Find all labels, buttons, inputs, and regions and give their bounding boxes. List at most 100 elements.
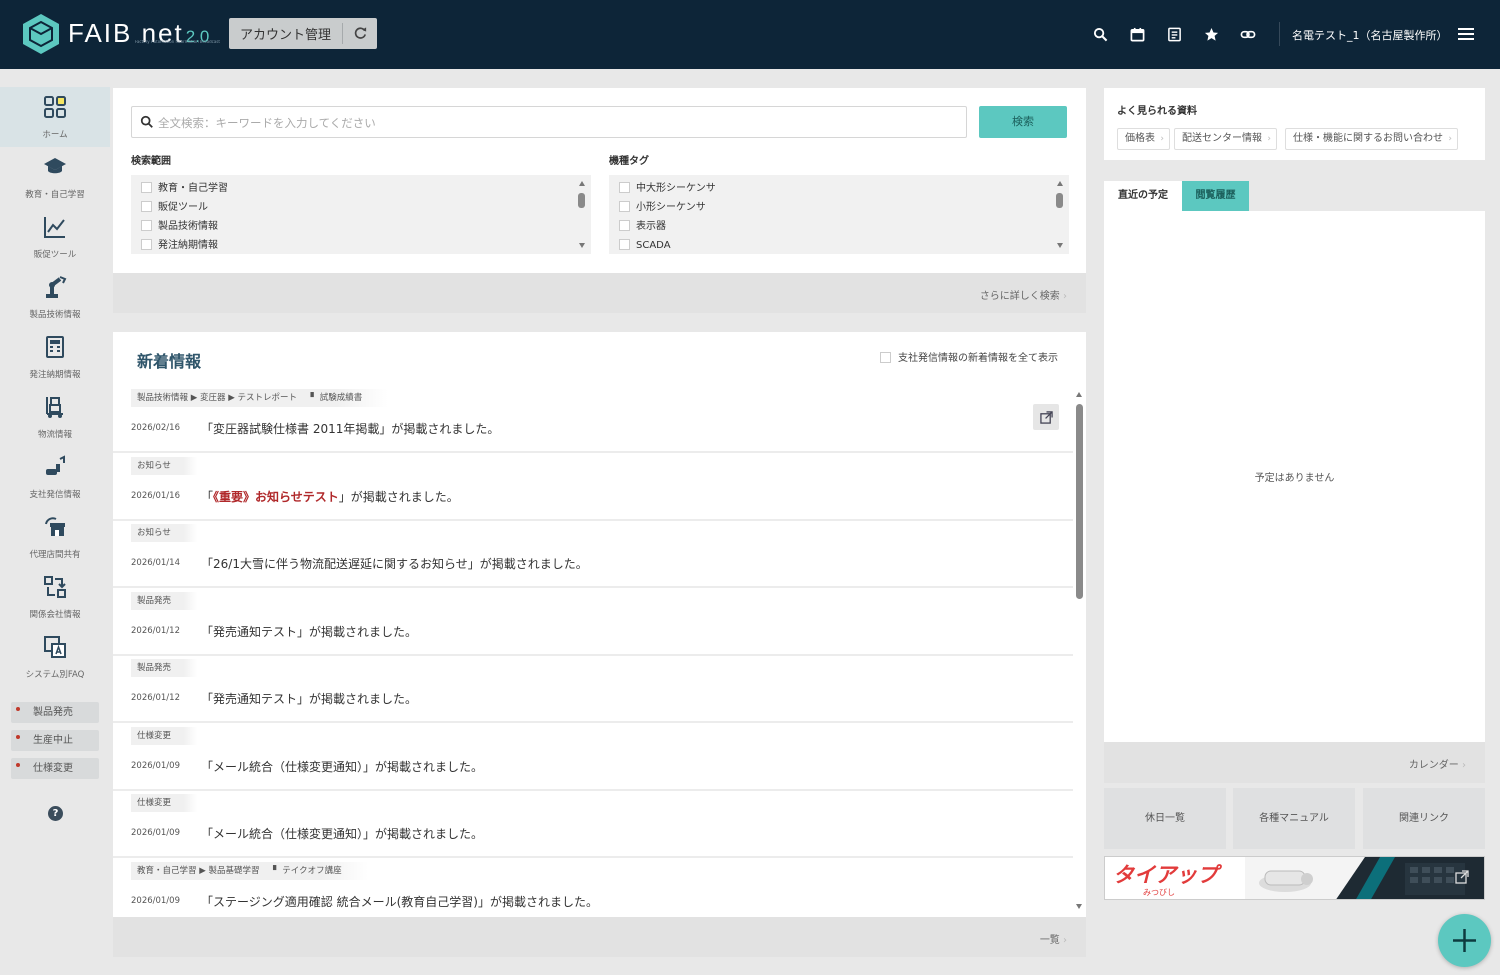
news-text[interactable]: 「メール統合（仕様変更通知）」が掲載されました。 <box>201 825 483 842</box>
scope-option[interactable]: 販促ツール <box>141 201 208 217</box>
news-item[interactable]: お知らせ 2026/01/16 「《重要》お知らせテスト」が掲載されました。 <box>113 454 1073 521</box>
scroll-down-arrow[interactable] <box>1076 904 1082 909</box>
news-title: 新着情報 <box>137 352 202 371</box>
news-text-post: が掲載されました。 <box>309 692 418 706</box>
checkbox[interactable] <box>141 182 152 193</box>
popular-doc-chip[interactable]: 配送センター情報 › <box>1174 128 1277 150</box>
category-discontinued[interactable]: 生産中止 <box>11 730 99 751</box>
news-item[interactable]: 教育・自己学習 ▶ 製品基礎学習 ▘ テイクオフ講座 2026/01/09 「ステー… <box>113 859 1073 914</box>
hamburger-menu-icon[interactable] <box>1458 27 1474 41</box>
document-list-icon[interactable] <box>1165 25 1183 43</box>
search-icon[interactable] <box>1091 25 1109 43</box>
scroll-down-arrow[interactable] <box>579 243 585 248</box>
scope-option[interactable]: 教育・自己学習 <box>141 182 228 198</box>
scroll-up-arrow[interactable] <box>1076 392 1082 397</box>
holiday-list-tile[interactable]: 休日一覧 <box>1104 788 1226 849</box>
news-text[interactable]: 「《重要》お知らせテスト」が掲載されました。 <box>201 488 459 505</box>
checkbox[interactable] <box>619 182 630 193</box>
news-item[interactable]: 製品発売 2026/01/12 「発売通知テスト」が掲載されました。 <box>113 589 1073 656</box>
tag-option[interactable]: SCADA <box>619 239 671 254</box>
nav-item-branch-info[interactable]: 支社発信情報 <box>0 447 110 507</box>
related-links-tile[interactable]: 関連リンク <box>1363 788 1485 849</box>
checkbox[interactable] <box>141 239 152 250</box>
model-tag-list: 中大形シーケンサ 小形シーケンサ 表示器 SCADA <box>609 175 1069 254</box>
category-new-release[interactable]: 製品発売 <box>11 702 99 723</box>
tag-option-label: 小形シーケンサ <box>636 202 706 213</box>
news-list-link[interactable]: 一覧 › <box>1040 931 1067 946</box>
checkbox[interactable] <box>619 220 630 231</box>
scope-option[interactable]: 発注納期情報 <box>141 239 218 254</box>
tag-option[interactable]: 小形シーケンサ <box>619 201 706 217</box>
scrollbar-thumb[interactable] <box>1056 193 1063 208</box>
tieup-banner[interactable]: タイアップ みつびし <box>1104 856 1485 900</box>
checkbox[interactable] <box>141 201 152 212</box>
nav-item-product-tech[interactable]: 製品技術情報 <box>0 267 110 327</box>
popular-doc-chip[interactable]: 価格表 › <box>1117 128 1170 150</box>
nav-item-promo-tools[interactable]: 販促ツール <box>0 207 110 267</box>
popular-docs-title: よく見られる資料 <box>1117 106 1197 117</box>
user-name[interactable]: 名電テスト_1（名古屋製作所） <box>1292 27 1448 43</box>
advanced-search-label: さらに詳しく検索 <box>979 291 1060 302</box>
refresh-icon[interactable] <box>343 26 377 41</box>
scroll-up-arrow[interactable] <box>579 181 585 186</box>
tag-option-label: 中大形シーケンサ <box>636 183 716 194</box>
nav-item-logistics[interactable]: 物流情報 <box>0 387 110 447</box>
advanced-search-link[interactable]: さらに詳しく検索 › <box>980 287 1067 302</box>
manuals-tile[interactable]: 各種マニュアル <box>1233 788 1355 849</box>
news-text[interactable]: 「発売通知テスト」が掲載されました。 <box>201 623 417 640</box>
popular-doc-chip[interactable]: 仕様・機能に関するお問い合わせ › <box>1285 128 1458 150</box>
nav-item-system-faq[interactable]: システム別FAQ <box>0 627 110 687</box>
category-spec-change[interactable]: 仕様変更 <box>11 758 99 779</box>
link-icon[interactable] <box>1239 25 1257 43</box>
scroll-up-arrow[interactable] <box>1057 181 1063 186</box>
calendar-label: カレンダー <box>1408 760 1459 771</box>
nav-label: 関係会社情報 <box>29 610 81 620</box>
tag-option[interactable]: 中大形シーケンサ <box>619 182 716 198</box>
scrollbar-thumb[interactable] <box>578 193 585 208</box>
scrollbar-thumb[interactable] <box>1076 404 1083 599</box>
news-text[interactable]: 「発売通知テスト」が掲載されました。 <box>201 690 417 707</box>
news-item[interactable]: お知らせ 2026/01/14 「26/1大雪に伴う物流配送遅延に関するお知らせ」が… <box>113 522 1073 588</box>
nav-item-affiliates[interactable]: 関係会社情報 <box>0 567 110 627</box>
account-management-button[interactable]: アカウント管理 <box>229 18 377 49</box>
nav-item-home[interactable]: ホーム <box>0 87 110 147</box>
news-item[interactable]: 仕様変更 2026/01/09 「メール統合（仕様変更通知）」が掲載されました。 <box>113 792 1073 858</box>
nav-label: 支社発信情報 <box>29 490 81 500</box>
news-text[interactable]: 「26/1大雪に伴う物流配送遅延に関するお知らせ」が掲載されました。 <box>201 555 588 572</box>
calendar-link[interactable]: カレンダー › <box>1409 756 1466 771</box>
star-icon[interactable] <box>1202 25 1220 43</box>
search-button[interactable]: 検索 <box>979 106 1067 138</box>
nav-item-order-delivery[interactable]: 発注納期情報 <box>0 327 110 387</box>
checkbox[interactable] <box>619 201 630 212</box>
news-text[interactable]: 「変圧器試験仕様書 2011年掲載」が掲載されました。 <box>201 420 499 437</box>
scope-option[interactable]: 製品技術情報 <box>141 220 218 236</box>
checkbox[interactable] <box>141 220 152 231</box>
help-icon[interactable]: ? <box>48 806 63 821</box>
app-logo[interactable]: FAIB net 2.0 <box>68 18 209 52</box>
tag-option[interactable]: 表示器 <box>619 220 666 236</box>
news-item[interactable]: 製品技術情報 ▶ 変圧器 ▶ テストレポート ▘ 試験成績書 2026/02/16… <box>113 387 1073 453</box>
nav-item-agency-share[interactable]: 代理店間共有 <box>0 507 110 567</box>
news-text[interactable]: 「メール統合（仕様変更通知）」が掲載されました。 <box>201 758 483 775</box>
news-tag: 変圧器 <box>199 393 226 403</box>
checkbox[interactable] <box>619 239 630 250</box>
graduation-cap-icon <box>44 158 66 174</box>
fulltext-search-input[interactable]: 全文検索：キーワードを入力してください <box>131 106 967 138</box>
open-external-button[interactable] <box>1033 404 1059 430</box>
news-tag-strip: 仕様変更 <box>131 794 198 812</box>
scroll-down-arrow[interactable] <box>1057 243 1063 248</box>
search-placeholder: 全文検索：キーワードを入力してください <box>158 116 376 130</box>
news-text-pre: 「発売通知テスト」 <box>201 692 310 706</box>
news-text[interactable]: 「ステージング適用確認 統合メール(教育自己学習)」が掲載されました。 <box>201 893 598 910</box>
nav-item-education[interactable]: 教育・自己学習 <box>0 147 110 207</box>
checkbox[interactable] <box>880 352 891 363</box>
news-item[interactable]: 製品発売 2026/01/12 「発売通知テスト」が掲載されました。 <box>113 657 1073 723</box>
news-tag: お知らせ <box>137 528 171 538</box>
news-tag-strip: 製品発売 <box>131 659 198 677</box>
calendar-icon[interactable] <box>1128 25 1146 43</box>
tab-history[interactable]: 閲覧履歴 <box>1182 181 1249 211</box>
add-floating-button[interactable] <box>1438 914 1491 967</box>
tab-schedule[interactable]: 直近の予定 <box>1104 181 1182 211</box>
news-item[interactable]: 仕様変更 2026/01/09 「メール統合（仕様変更通知）」が掲載されました。 <box>113 724 1073 791</box>
show-all-branch-news-toggle[interactable]: 支社発信情報の新着情報を全て表示 <box>880 349 1058 364</box>
